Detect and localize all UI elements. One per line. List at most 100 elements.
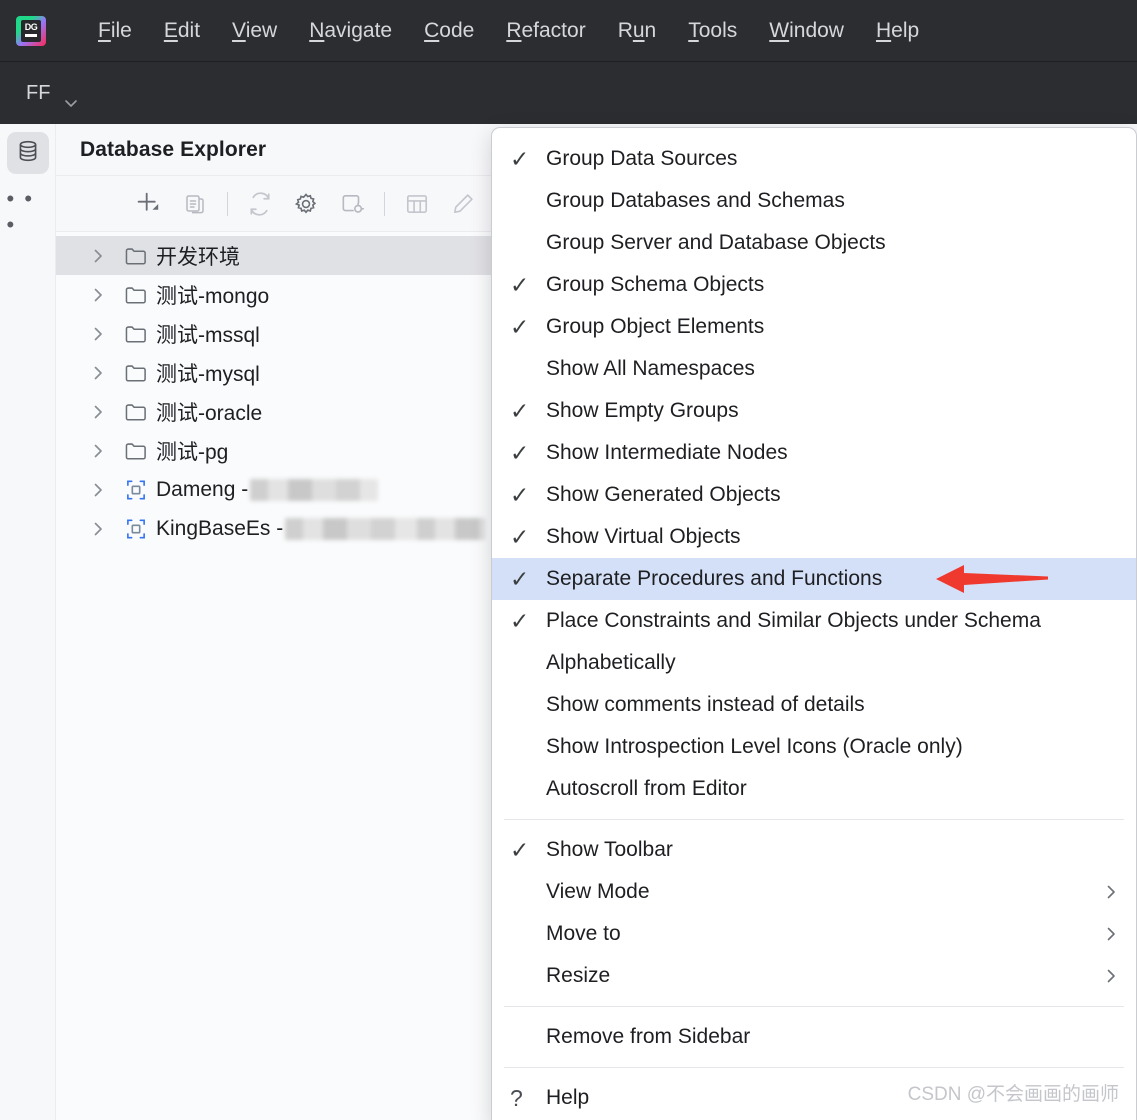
- context-menu-item-label: Show Intermediate Nodes: [546, 441, 788, 464]
- menu-tools[interactable]: Tools: [672, 15, 753, 47]
- chevron-right-icon[interactable]: [80, 403, 116, 421]
- checkmark-icon: ✓: [510, 565, 530, 592]
- context-menu-item[interactable]: Show comments instead of details: [492, 684, 1136, 726]
- project-name: FF: [26, 81, 51, 104]
- context-menu-item-label: Place Constraints and Similar Objects un…: [546, 609, 1041, 632]
- tree-item-label: 测试-mysql: [156, 362, 260, 386]
- chevron-right-icon[interactable]: [80, 481, 116, 499]
- context-menu-item[interactable]: ✓ Group Schema Objects: [492, 264, 1136, 306]
- context-menu-item[interactable]: ✓ Place Constraints and Similar Objects u…: [492, 600, 1136, 642]
- page-title: Database Explorer: [80, 137, 267, 161]
- menu-separator: [504, 1006, 1124, 1007]
- context-menu-item-label: View Mode: [546, 880, 650, 903]
- folder-icon: [116, 282, 156, 308]
- context-menu-item-label: Show Virtual Objects: [546, 525, 741, 548]
- checkmark-icon: ✓: [510, 481, 530, 508]
- left-tool-rail: • • •: [0, 124, 56, 1120]
- context-menu-item[interactable]: ✓ Show Generated Objects: [492, 474, 1136, 516]
- context-menu-item-label: Help: [546, 1086, 590, 1109]
- folder-icon: [116, 243, 156, 269]
- folder-icon: [116, 438, 156, 464]
- chevron-right-icon[interactable]: [80, 325, 116, 343]
- context-menu-item-label: Resize: [546, 964, 611, 987]
- tree-item-label: KingBaseEs -: [156, 516, 284, 540]
- context-menu-item[interactable]: Remove from Sidebar: [492, 1016, 1136, 1058]
- menu-code[interactable]: Code: [408, 15, 490, 47]
- context-menu-item[interactable]: Move to: [492, 913, 1136, 955]
- menu-file[interactable]: File: [82, 15, 148, 47]
- menu-refactor[interactable]: Refactor: [490, 15, 601, 47]
- submenu-chevron-icon: [1102, 967, 1120, 985]
- menu-view[interactable]: View: [216, 15, 293, 47]
- database-icon: [15, 138, 41, 169]
- tree-item-label: 开发环境: [156, 245, 240, 269]
- redacted-connection-string: [285, 517, 486, 540]
- context-menu-item[interactable]: ✓ Show Intermediate Nodes: [492, 432, 1136, 474]
- context-menu-item[interactable]: ✓ Show Virtual Objects: [492, 516, 1136, 558]
- add-new-button[interactable]: [126, 184, 172, 224]
- context-menu-item[interactable]: Resize: [492, 955, 1136, 997]
- redacted-connection-string: [250, 478, 379, 501]
- context-menu-item-label: Group Databases and Schemas: [546, 189, 845, 212]
- refresh-button[interactable]: [237, 184, 283, 224]
- disconnect-button[interactable]: [329, 184, 375, 224]
- context-menu-item-label: Autoscroll from Editor: [546, 777, 747, 800]
- folder-icon: [116, 321, 156, 347]
- context-menu-item-label: Show Empty Groups: [546, 399, 739, 422]
- chevron-right-icon[interactable]: [80, 364, 116, 382]
- context-menu-item[interactable]: Group Server and Database Objects: [492, 222, 1136, 264]
- checkmark-icon: ✓: [510, 523, 530, 550]
- folder-icon: [116, 399, 156, 425]
- logo-underline: [25, 33, 37, 37]
- modify-button[interactable]: [440, 184, 486, 224]
- watermark: CSDN @不会画画的画师: [907, 1084, 1119, 1105]
- tree-item-label: 测试-oracle: [156, 401, 263, 425]
- context-menu-item[interactable]: ✓ Show Toolbar: [492, 829, 1136, 871]
- context-menu-item[interactable]: ✓ Group Data Sources: [492, 138, 1136, 180]
- view-options-context-menu: ✓ Group Data Sources Group Databases and S…: [491, 127, 1137, 1120]
- chevron-right-icon[interactable]: [80, 247, 116, 265]
- chevron-right-icon[interactable]: [80, 286, 116, 304]
- data-source-properties-button[interactable]: [283, 184, 329, 224]
- checkmark-icon: ✓: [510, 145, 530, 172]
- menu-edit[interactable]: Edit: [148, 15, 216, 47]
- menu-run[interactable]: Run: [602, 15, 673, 47]
- context-menu-item[interactable]: Group Databases and Schemas: [492, 180, 1136, 222]
- context-menu-item[interactable]: Alphabetically: [492, 642, 1136, 684]
- tree-item-label: 测试-pg: [156, 440, 229, 464]
- context-menu-item[interactable]: ✓ Separate Procedures and Functions: [492, 558, 1136, 600]
- open-table-button[interactable]: [394, 184, 440, 224]
- duplicate-button[interactable]: [172, 184, 218, 224]
- menu-separator: [504, 819, 1124, 820]
- checkmark-icon: ✓: [510, 607, 530, 634]
- context-menu-item-label: Group Server and Database Objects: [546, 231, 886, 254]
- chevron-right-icon[interactable]: [80, 520, 116, 538]
- menu-window[interactable]: Window: [753, 15, 860, 47]
- toolbar-separator: [384, 191, 385, 216]
- rail-more-button[interactable]: • • •: [7, 186, 49, 237]
- chevron-right-icon[interactable]: [80, 442, 116, 460]
- checkmark-icon: ✓: [510, 397, 530, 424]
- context-menu-item-label: Group Object Elements: [546, 315, 765, 338]
- project-selector[interactable]: FF: [18, 78, 78, 109]
- context-menu-item[interactable]: ✓ Group Object Elements: [492, 306, 1136, 348]
- datagrip-logo-icon: DG: [16, 15, 46, 46]
- context-menu-item-label: Show Toolbar: [546, 838, 673, 861]
- submenu-chevron-icon: [1102, 925, 1120, 943]
- context-menu-item-label: Remove from Sidebar: [546, 1025, 751, 1048]
- tree-item-label: 测试-mongo: [156, 284, 270, 308]
- checkmark-icon: ✓: [510, 439, 530, 466]
- context-menu-item[interactable]: Show Introspection Level Icons (Oracle o…: [492, 726, 1136, 768]
- context-menu-item[interactable]: Autoscroll from Editor: [492, 768, 1136, 810]
- rail-item-database-explorer[interactable]: [6, 132, 49, 174]
- navigation-bar: FF: [0, 62, 1137, 124]
- menu-help[interactable]: Help: [860, 15, 935, 47]
- context-menu-item[interactable]: Show All Namespaces: [492, 348, 1136, 390]
- logo-text: DG: [21, 19, 41, 42]
- context-menu-item[interactable]: ✓ Show Empty Groups: [492, 390, 1136, 432]
- menu-navigate[interactable]: Navigate: [293, 15, 408, 47]
- tree-item-label: 测试-mssql: [156, 323, 260, 347]
- folder-icon: [116, 360, 156, 386]
- context-menu-item[interactable]: View Mode: [492, 871, 1136, 913]
- datasource-icon: [116, 516, 156, 542]
